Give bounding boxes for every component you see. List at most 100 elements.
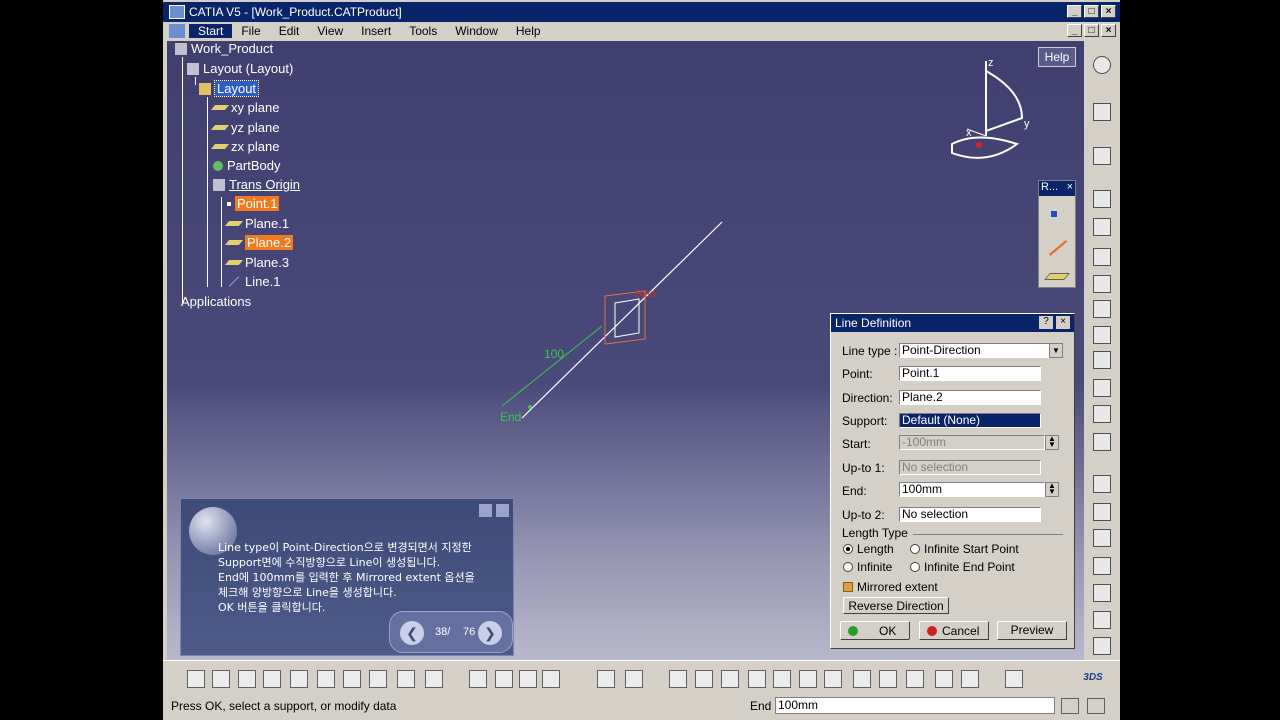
slot-icon[interactable] xyxy=(1093,351,1111,369)
status-icon-2[interactable] xyxy=(1087,698,1105,714)
normal-view-icon[interactable] xyxy=(824,670,842,688)
reverse-direction-button[interactable]: Reverse Direction xyxy=(843,597,949,614)
lock-icon[interactable] xyxy=(597,670,615,688)
shading-icon[interactable] xyxy=(879,670,897,688)
menu-insert[interactable]: Insert xyxy=(352,24,400,38)
tutorial-prev-icon[interactable]: ❮ xyxy=(400,621,424,645)
pad-icon[interactable] xyxy=(1093,190,1111,208)
copy-icon[interactable] xyxy=(317,670,335,688)
preview-button[interactable]: Preview xyxy=(997,621,1067,640)
dialog-close-icon[interactable]: × xyxy=(1056,316,1070,329)
radio-infinite[interactable]: Infinite xyxy=(843,560,892,574)
end-field[interactable]: 100mm xyxy=(899,482,1045,497)
draft-icon[interactable] xyxy=(1093,529,1111,547)
mini-toolbar-close-icon[interactable]: × xyxy=(1067,181,1073,196)
start-field[interactable]: -100mm xyxy=(899,435,1045,450)
multi-section-icon[interactable] xyxy=(1093,379,1111,397)
comment-icon[interactable] xyxy=(495,670,513,688)
shell-icon[interactable] xyxy=(1093,557,1111,575)
quick-view-icon[interactable] xyxy=(853,670,871,688)
thread-icon[interactable] xyxy=(1093,611,1111,629)
upto2-field[interactable]: No selection xyxy=(899,507,1041,522)
ok-button[interactable]: OK xyxy=(840,621,910,640)
print-icon[interactable] xyxy=(263,670,281,688)
pan-icon[interactable] xyxy=(721,670,739,688)
dialog-help-icon[interactable]: ? xyxy=(1039,316,1053,329)
rib-icon[interactable] xyxy=(1093,326,1111,344)
chevron-down-icon[interactable]: ▼ xyxy=(1049,343,1063,358)
hole-icon[interactable] xyxy=(1093,300,1111,318)
shaft-icon[interactable] xyxy=(1093,248,1111,266)
upto1-field[interactable]: No selection xyxy=(899,460,1041,475)
status-icon-1[interactable] xyxy=(1061,698,1079,714)
line-geometry xyxy=(521,221,723,419)
zoom-in-icon[interactable] xyxy=(773,670,791,688)
solid-combine-icon[interactable] xyxy=(1093,433,1111,451)
remove-face-icon[interactable] xyxy=(1093,637,1111,655)
paste-icon[interactable] xyxy=(343,670,361,688)
menu-tools[interactable]: Tools xyxy=(400,24,446,38)
thickness-icon[interactable] xyxy=(1093,584,1111,602)
compass-icon[interactable]: z y x xyxy=(951,57,1030,159)
open-folder-icon[interactable] xyxy=(212,670,230,688)
menu-start[interactable]: Start xyxy=(189,24,233,38)
line-type-select[interactable]: Point-Direction xyxy=(899,343,1063,358)
point-field[interactable]: Point.1 xyxy=(899,366,1041,381)
point-tool-icon[interactable] xyxy=(1051,211,1057,217)
support-field[interactable]: Default (None) xyxy=(899,413,1041,428)
menu-file[interactable]: File xyxy=(232,24,269,38)
tutorial-minimize-icon[interactable] xyxy=(496,504,509,517)
new-file-icon[interactable] xyxy=(187,670,205,688)
swap-visible-icon[interactable] xyxy=(935,670,953,688)
menu-window[interactable]: Window xyxy=(446,24,507,38)
save-icon[interactable] xyxy=(238,670,256,688)
end-stepper[interactable]: ▲ ▼ xyxy=(1045,482,1059,497)
doc-close-button[interactable]: × xyxy=(1101,24,1116,37)
direction-field[interactable]: Plane.2 xyxy=(899,390,1041,405)
close-button[interactable]: × xyxy=(1101,5,1116,18)
doc-restore-button[interactable]: □ xyxy=(1084,24,1099,37)
table-icon[interactable] xyxy=(542,670,560,688)
formula-icon[interactable] xyxy=(469,670,487,688)
knowledge-icon[interactable] xyxy=(519,670,537,688)
minimize-button[interactable]: _ xyxy=(1067,5,1082,18)
fillet-icon[interactable] xyxy=(1093,475,1111,493)
mirrored-extent-checkbox[interactable]: Mirrored extent xyxy=(843,580,938,594)
whats-this-icon[interactable] xyxy=(425,670,443,688)
fly-mode-icon[interactable] xyxy=(669,670,687,688)
hide-show-icon[interactable] xyxy=(906,670,924,688)
menu-view[interactable]: View xyxy=(308,24,352,38)
start-stepper[interactable]: ▲ ▼ xyxy=(1045,435,1059,450)
redo-icon[interactable] xyxy=(397,670,415,688)
groove-icon[interactable] xyxy=(1093,275,1111,293)
radio-infinite-start[interactable]: Infinite Start Point xyxy=(910,542,1019,556)
update-icon[interactable] xyxy=(1005,670,1023,688)
tutorial-next-icon[interactable]: ❯ xyxy=(478,621,502,645)
radio-length[interactable]: Length xyxy=(843,542,894,556)
radio-infinite-end[interactable]: Infinite End Point xyxy=(910,560,1015,574)
cancel-button[interactable]: Cancel xyxy=(919,621,989,640)
help-button[interactable]: Help xyxy=(1038,47,1076,67)
measure-icon[interactable] xyxy=(961,670,979,688)
sketch-icon[interactable] xyxy=(1093,147,1111,165)
publication-icon[interactable] xyxy=(625,670,643,688)
cut-icon[interactable] xyxy=(290,670,308,688)
chamfer-icon[interactable] xyxy=(1093,503,1111,521)
pocket-icon[interactable] xyxy=(1093,218,1111,236)
menu-edit[interactable]: Edit xyxy=(270,24,309,38)
select-arrow-icon[interactable] xyxy=(1093,103,1111,121)
doc-minimize-button[interactable]: _ xyxy=(1067,24,1082,37)
gear-icon[interactable] xyxy=(1093,56,1111,74)
tutorial-expand-icon[interactable] xyxy=(479,504,492,517)
menu-help[interactable]: Help xyxy=(507,24,550,38)
status-end-field[interactable]: 100mm xyxy=(775,697,1055,714)
undo-icon[interactable] xyxy=(369,670,387,688)
plane-tool-icon[interactable] xyxy=(1044,273,1070,280)
fit-all-icon[interactable] xyxy=(695,670,713,688)
line-tool-icon[interactable] xyxy=(1048,240,1068,256)
document-icon[interactable] xyxy=(169,24,185,38)
zoom-out-icon[interactable] xyxy=(799,670,817,688)
maximize-button[interactable]: □ xyxy=(1084,5,1099,18)
stiffener-icon[interactable] xyxy=(1093,405,1111,423)
rotate-icon[interactable] xyxy=(748,670,766,688)
